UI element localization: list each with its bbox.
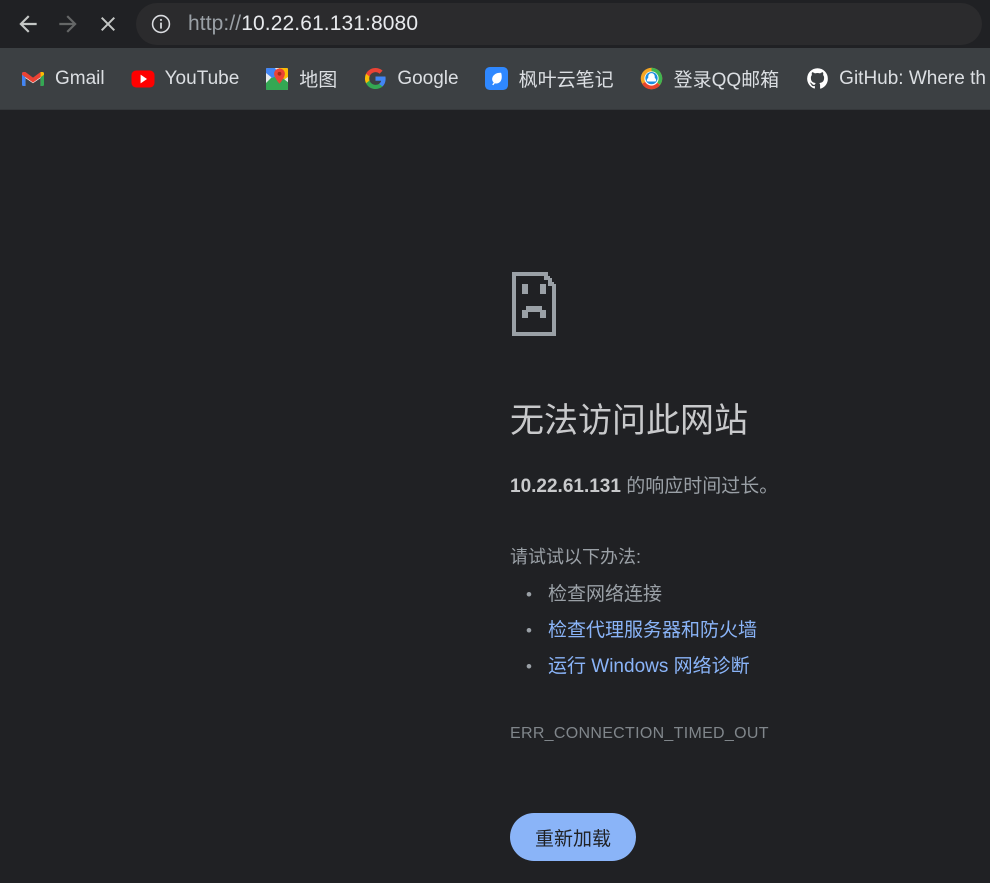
youtube-icon (131, 67, 155, 91)
page-content: 无法访问此网站 10.22.61.131 的响应时间过长。 请试试以下办法: 检… (0, 110, 990, 883)
error-summary: 10.22.61.131 的响应时间过长。 (510, 473, 940, 502)
bookmark-label: 地图 (299, 70, 338, 91)
suggestions-heading: 请试试以下办法: (510, 547, 642, 567)
address-bar[interactable]: http://10.22.61.131:8080 (136, 3, 982, 45)
forward-arrow-icon (59, 15, 77, 33)
address-bar-text: http://10.22.61.131:8080 (188, 12, 418, 36)
error-code: ERR_CONNECTION_TIMED_OUT (510, 725, 769, 742)
google-icon (363, 67, 387, 91)
bookmark-label: Google (397, 67, 459, 89)
stop-loading-button[interactable] (88, 4, 128, 44)
error-container: 无法访问此网站 10.22.61.131 的响应时间过长。 请试试以下办法: 检… (510, 270, 940, 743)
bookmark-maple-notes[interactable]: 枫叶云笔记 (478, 58, 621, 100)
back-arrow-icon (19, 15, 37, 33)
bookmarks-bar: Gmail YouTube 地图 Google 枫叶云笔记 登录QQ邮箱 Git… (0, 48, 990, 110)
bookmark-label: 登录QQ邮箱 (673, 70, 780, 91)
bookmark-youtube[interactable]: YouTube (124, 58, 247, 100)
suggestion-check-network: 检查网络连接 (526, 577, 940, 613)
url-host: 10.22.61.131:8080 (241, 12, 419, 35)
bookmark-github[interactable]: GitHub: Where th (798, 58, 990, 100)
suggestion-check-proxy-firewall[interactable]: 检查代理服务器和防火墙 (526, 613, 940, 649)
sad-document-icon (510, 270, 940, 338)
bookmark-label: GitHub: Where th (839, 67, 986, 89)
bookmark-google[interactable]: Google (356, 58, 465, 100)
error-title: 无法访问此网站 (510, 402, 748, 440)
close-x-icon (101, 17, 115, 31)
reload-button[interactable]: 重新加载 (510, 813, 636, 861)
bookmark-maps[interactable]: 地图 (258, 58, 344, 100)
url-scheme: http:// (188, 12, 242, 35)
forward-button[interactable] (48, 4, 88, 44)
maple-notes-icon (485, 67, 509, 91)
gmail-icon (21, 67, 45, 91)
google-maps-icon (265, 67, 289, 91)
back-button[interactable] (8, 4, 48, 44)
site-info-icon[interactable] (144, 7, 178, 41)
qq-mail-icon (640, 67, 664, 91)
bookmark-qq-mail[interactable]: 登录QQ邮箱 (633, 58, 787, 100)
browser-toolbar: http://10.22.61.131:8080 (0, 0, 990, 48)
github-icon (805, 67, 829, 91)
bookmark-gmail[interactable]: Gmail (14, 58, 112, 100)
bookmark-label: YouTube (164, 67, 240, 89)
suggestion-run-windows-diagnostics[interactable]: 运行 Windows 网络诊断 (526, 649, 940, 685)
error-summary-host: 10.22.61.131 (510, 475, 621, 497)
suggestions-list: 检查网络连接 检查代理服务器和防火墙 运行 Windows 网络诊断 (510, 577, 940, 685)
bookmark-label: 枫叶云笔记 (518, 70, 614, 91)
bookmark-label: Gmail (55, 67, 105, 89)
error-summary-rest: 的响应时间过长。 (620, 475, 779, 497)
